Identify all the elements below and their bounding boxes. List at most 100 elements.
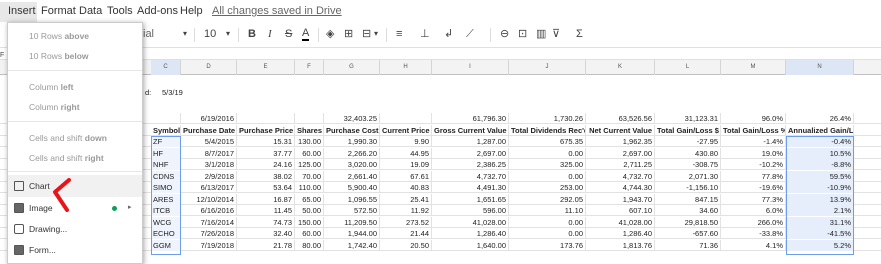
table-cell[interactable]: 6/13/2017 — [181, 182, 237, 193]
bold-button[interactable]: B — [248, 27, 256, 41]
table-cell[interactable]: 1,286.40 — [432, 228, 509, 239]
vertical-align-icon[interactable]: ⊥ — [420, 27, 430, 41]
table-cell[interactable]: 8/7/2017 — [181, 147, 237, 159]
table-cell[interactable]: 21.44 — [380, 228, 432, 239]
table-cell[interactable]: 60.00 — [295, 228, 324, 239]
table-cell[interactable]: 77.3% — [721, 193, 786, 205]
table-cell[interactable]: -1.4% — [721, 136, 786, 147]
table-cell[interactable]: 1,943.70 — [586, 193, 655, 205]
table-cell[interactable]: 19.09 — [380, 159, 432, 170]
table-cell[interactable]: 4.1% — [721, 239, 786, 251]
table-cell[interactable]: 130.00 — [295, 136, 324, 147]
table-cell[interactable]: 41,028.00 — [586, 216, 655, 228]
menu-item-form[interactable]: Form... — [8, 241, 142, 259]
table-cell[interactable]: 266.0% — [721, 216, 786, 228]
table-cell[interactable]: 1,286.40 — [586, 228, 655, 239]
table-cell[interactable]: -10.2% — [721, 159, 786, 170]
column-title-cell[interactable]: Current Price — [380, 125, 432, 136]
merge-cells-icon[interactable]: ⊟ — [362, 27, 371, 41]
table-cell[interactable]: -33.8% — [721, 228, 786, 239]
column-title-cell[interactable]: Total Gain/Loss % — [721, 125, 786, 136]
table-cell[interactable]: 292.05 — [509, 193, 586, 205]
table-cell[interactable]: 1,990.30 — [324, 136, 380, 147]
column-header-c[interactable]: C — [151, 60, 181, 75]
menu-data[interactable]: Data — [79, 5, 102, 17]
table-cell[interactable]: 70.00 — [295, 170, 324, 182]
column-header-h[interactable]: H — [380, 60, 432, 75]
table-cell[interactable]: 71.36 — [655, 239, 721, 251]
table-cell[interactable]: 675.35 — [509, 136, 586, 147]
table-cell[interactable]: 6/16/2016 — [181, 205, 237, 216]
menu-help[interactable]: Help — [180, 5, 203, 17]
table-cell[interactable]: 74.73 — [237, 216, 295, 228]
table-cell[interactable]: 430.80 — [655, 147, 721, 159]
strikethrough-button[interactable]: S — [285, 27, 292, 41]
italic-button[interactable]: I — [268, 27, 272, 41]
menu-format[interactable]: Format — [41, 5, 76, 17]
insert-link-icon[interactable]: ⊖ — [500, 27, 509, 41]
table-cell[interactable]: 6.0% — [721, 205, 786, 216]
table-cell[interactable]: -27.95 — [655, 136, 721, 147]
table-cell[interactable]: 32,403.25 — [324, 113, 380, 124]
table-cell[interactable]: 11.45 — [237, 205, 295, 216]
table-cell[interactable] — [237, 113, 295, 124]
table-cell[interactable]: 12/10/2014 — [181, 193, 237, 205]
table-cell[interactable]: 61,796.30 — [432, 113, 509, 124]
table-cell[interactable]: 2,697.00 — [432, 147, 509, 159]
menu-item-column-left[interactable]: Column left — [8, 78, 142, 96]
table-cell[interactable]: 40.83 — [380, 182, 432, 193]
save-status-link[interactable]: All changes saved in Drive — [212, 5, 342, 17]
menu-item-cells-shift-down[interactable]: Cells and shift down — [8, 129, 142, 147]
table-cell[interactable]: 1,962.35 — [586, 136, 655, 147]
table-cell[interactable]: 0.00 — [509, 228, 586, 239]
table-cell[interactable]: 41,028.00 — [432, 216, 509, 228]
table-cell[interactable]: 2,711.25 — [586, 159, 655, 170]
table-cell[interactable]: 21.78 — [237, 239, 295, 251]
column-header-f[interactable]: F — [295, 60, 324, 75]
menu-tools[interactable]: Tools — [107, 5, 133, 17]
table-cell[interactable]: 572.50 — [324, 205, 380, 216]
table-cell[interactable]: 1,944.00 — [324, 228, 380, 239]
chevron-down-icon[interactable]: ▾ — [226, 27, 230, 41]
table-cell[interactable]: 6/19/2016 — [181, 113, 237, 124]
text-rotation-icon[interactable]: ⟋ — [466, 27, 474, 41]
font-family-select[interactable]: ial — [143, 27, 154, 41]
menu-item-rows-below[interactable]: 10 Rows below — [8, 47, 142, 65]
column-title-cell[interactable]: Shares — [295, 125, 324, 136]
column-header-g[interactable]: G — [324, 60, 380, 75]
table-cell[interactable]: 273.52 — [380, 216, 432, 228]
table-cell[interactable]: 32.40 — [237, 228, 295, 239]
table-cell[interactable]: 0.00 — [509, 147, 586, 159]
table-cell[interactable]: 4,491.30 — [432, 182, 509, 193]
table-cell[interactable]: 4,744.30 — [586, 182, 655, 193]
fill-color-icon[interactable]: ◈ — [326, 27, 334, 41]
date-label[interactable]: d: — [143, 87, 155, 98]
insert-comment-icon[interactable]: ⊡ — [518, 27, 527, 41]
table-cell[interactable]: 63,526.56 — [586, 113, 655, 124]
table-cell[interactable]: 31,123.31 — [655, 113, 721, 124]
table-cell[interactable]: 4,732.70 — [586, 170, 655, 182]
functions-icon[interactable]: Σ — [576, 27, 583, 41]
table-cell[interactable]: -19.6% — [721, 182, 786, 193]
table-cell[interactable]: 7/16/2014 — [181, 216, 237, 228]
table-cell[interactable]: 1,651.65 — [432, 193, 509, 205]
table-cell[interactable]: 11.10 — [509, 205, 586, 216]
table-cell[interactable]: 20.50 — [380, 239, 432, 251]
column-header-d[interactable]: D — [181, 60, 237, 75]
table-cell[interactable]: 607.10 — [586, 205, 655, 216]
table-cell[interactable]: -1,156.10 — [655, 182, 721, 193]
table-cell[interactable]: 325.00 — [509, 159, 586, 170]
column-title-cell[interactable]: Symbol — [151, 125, 181, 136]
table-cell[interactable]: 53.64 — [237, 182, 295, 193]
table-cell[interactable]: 1,287.00 — [432, 136, 509, 147]
column-title-cell[interactable]: Annualized Gain/Loss — [786, 125, 854, 136]
column-title-cell[interactable]: Purchase Price — [237, 125, 295, 136]
column-header-m[interactable]: M — [721, 60, 786, 75]
column-header-e[interactable]: E — [237, 60, 295, 75]
table-cell[interactable]: 11,209.50 — [324, 216, 380, 228]
menu-addons[interactable]: Add-ons — [137, 5, 178, 17]
insert-chart-icon[interactable]: ▥ — [536, 27, 546, 41]
table-cell[interactable]: -308.75 — [655, 159, 721, 170]
text-color-button[interactable]: A — [302, 27, 310, 41]
table-cell[interactable]: 7/19/2018 — [181, 239, 237, 251]
